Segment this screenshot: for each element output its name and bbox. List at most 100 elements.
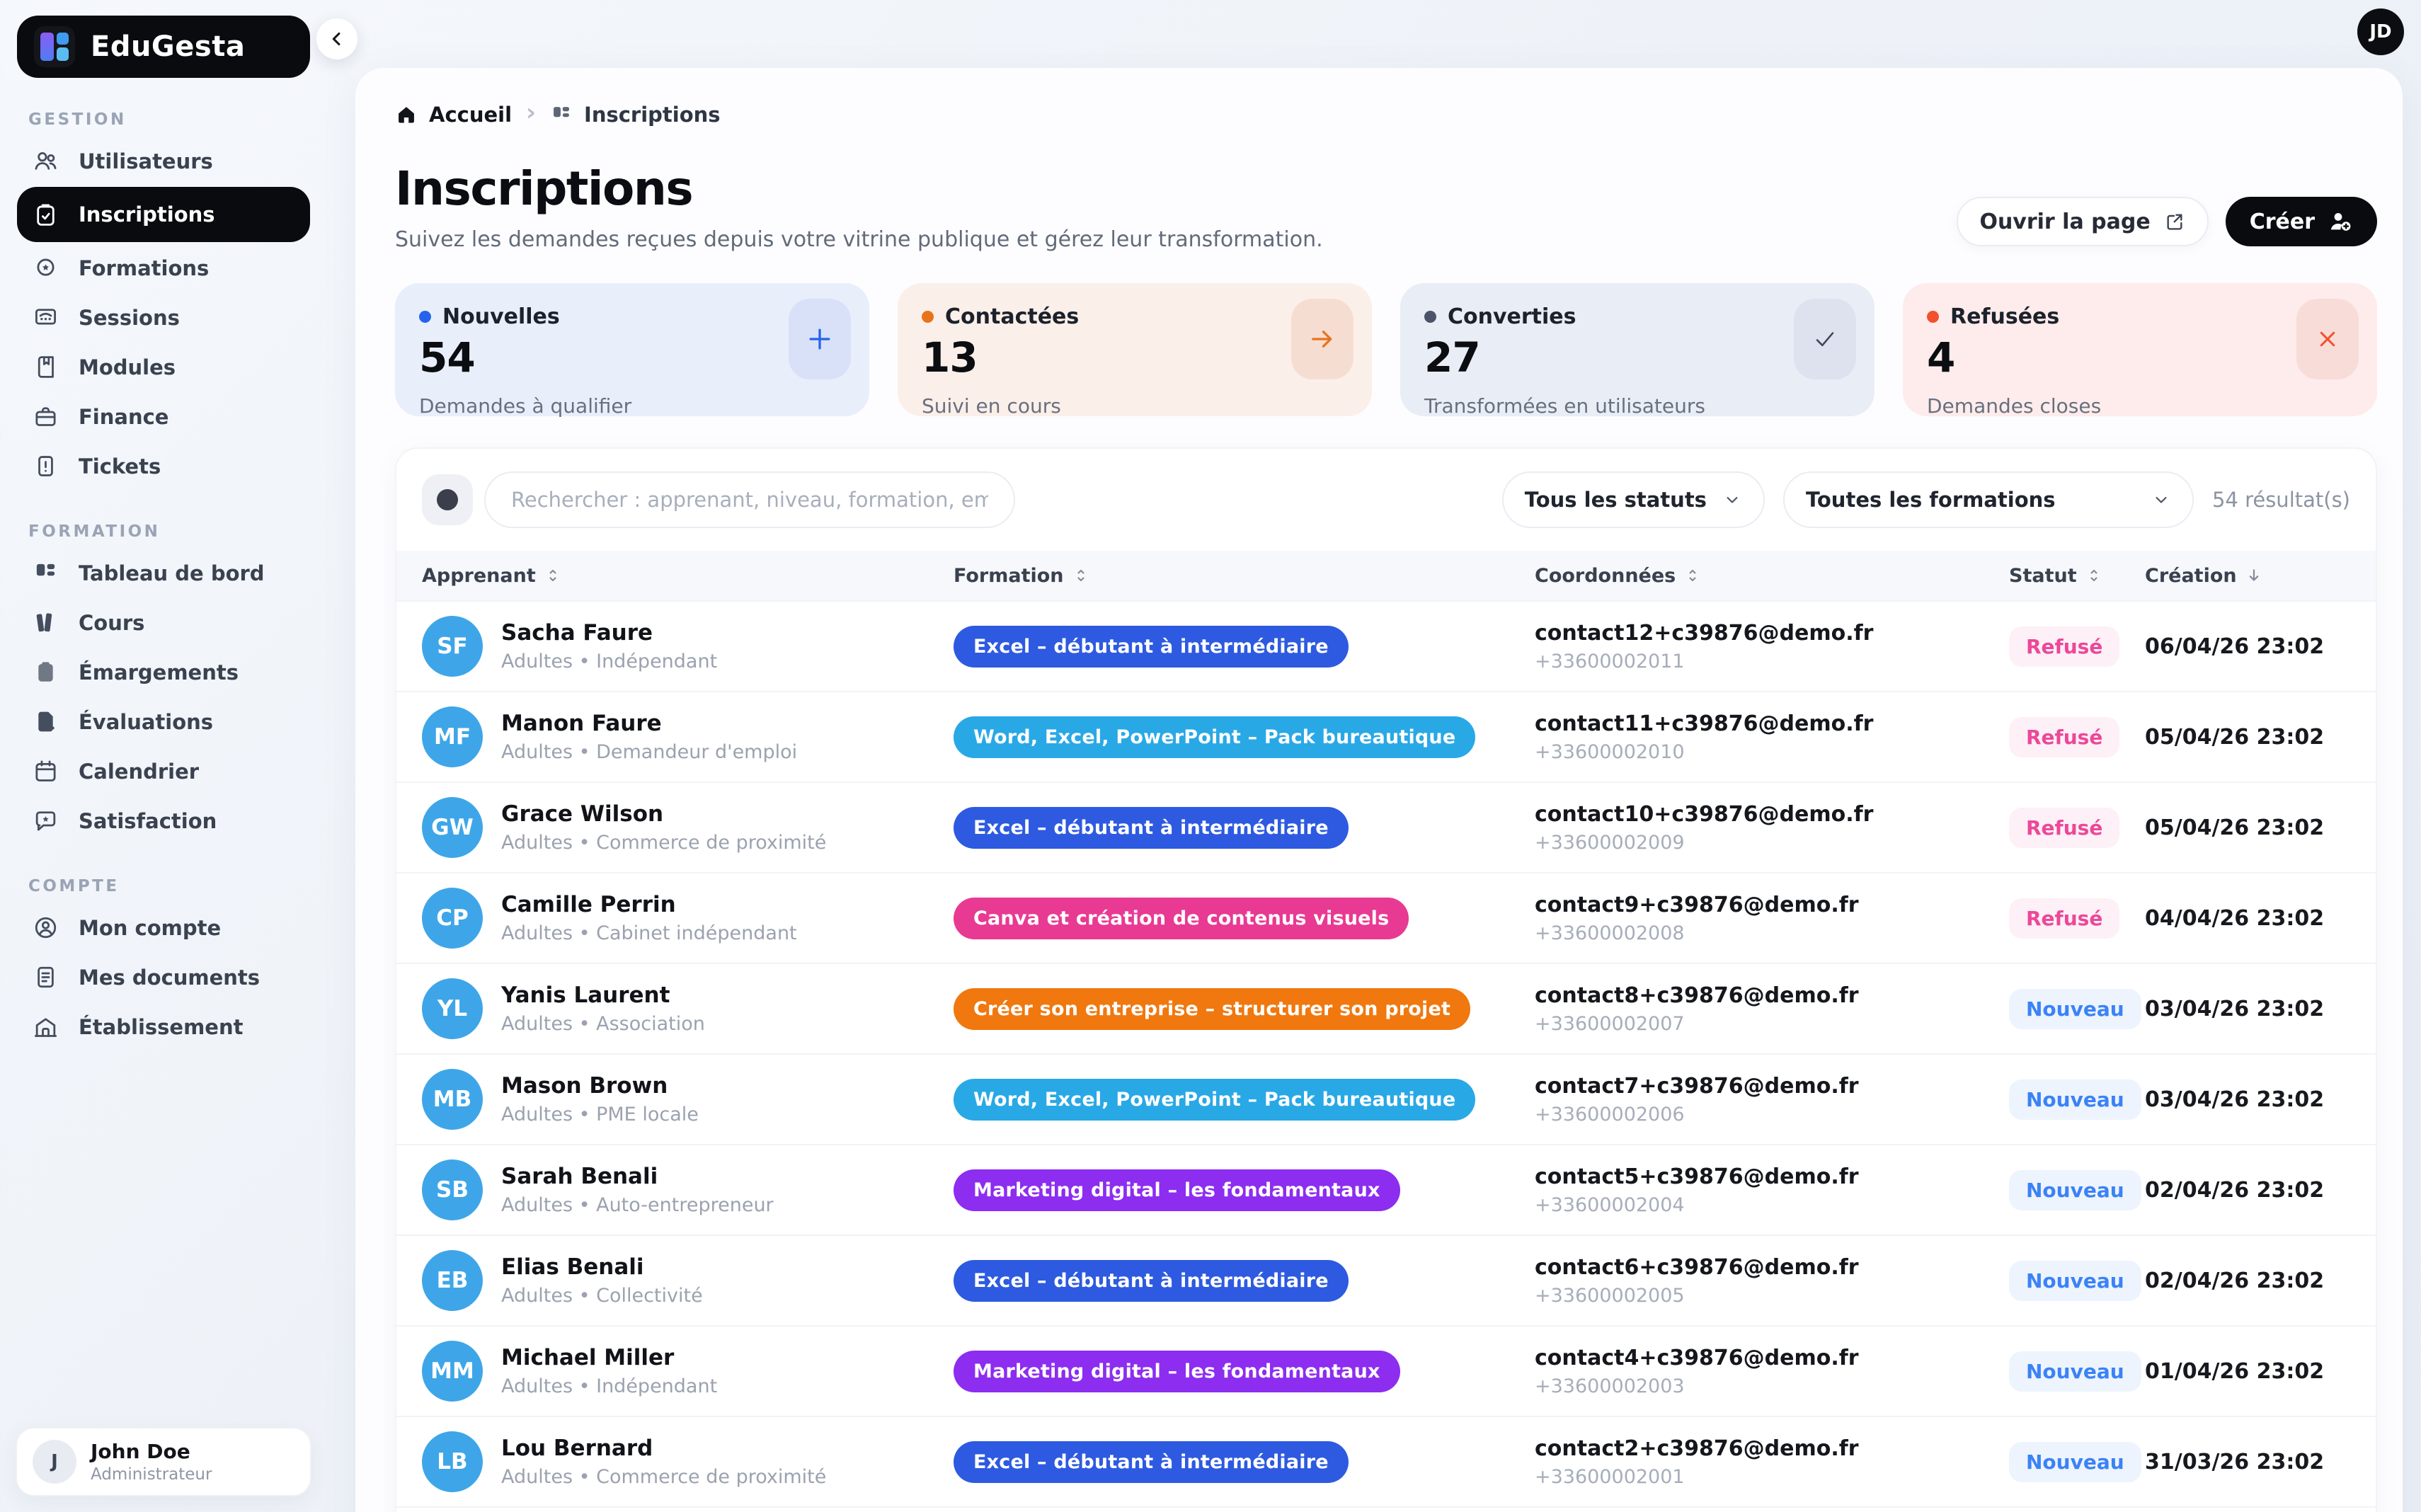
stat-action-button[interactable] <box>789 299 851 379</box>
sort-icon <box>544 567 561 584</box>
formation-badge: Word, Excel, PowerPoint – Pack bureautiq… <box>954 1079 1475 1121</box>
person-add-icon <box>2328 209 2353 234</box>
users-icon <box>33 148 59 174</box>
learner-profile: Adultes • Indépendant <box>501 651 717 672</box>
table-row[interactable]: MB Mason Brown Adultes • PME locale Word… <box>396 1053 2376 1144</box>
sidebar-item-formations[interactable]: Formations <box>17 244 310 292</box>
sidebar-item-mon-compte[interactable]: Mon compte <box>17 904 310 951</box>
learner-avatar: LB <box>422 1431 483 1492</box>
chat-icon <box>33 808 59 834</box>
status-badge: Nouveau <box>2009 1261 2141 1301</box>
main-panel: Accueil › Inscriptions Inscriptions Suiv… <box>355 68 2403 1512</box>
sidebar-item-label: Calendrier <box>79 760 199 784</box>
contact-phone: +33600002003 <box>1535 1375 2009 1397</box>
learner-name: Manon Faure <box>501 711 797 736</box>
contact-email: contact7+c39876@demo.fr <box>1535 1074 2009 1099</box>
sidebar-nav: GESTIONUtilisateursInscriptionsFormation… <box>17 110 310 1050</box>
sidebar-item-tableau-de-bord[interactable]: Tableau de bord <box>17 549 310 597</box>
column-header-formation[interactable]: Formation <box>954 565 1535 587</box>
status-badge: Nouveau <box>2009 1170 2141 1210</box>
sidebar-item-evaluations[interactable]: Évaluations <box>17 698 310 745</box>
sidebar-user-card[interactable]: J John Doe Administrateur <box>16 1427 311 1496</box>
stat-action-button[interactable] <box>1291 299 1353 379</box>
user-circle-icon <box>33 915 59 941</box>
x-icon <box>2312 323 2343 355</box>
sidebar-item-modules[interactable]: Modules <box>17 343 310 391</box>
building-icon <box>33 1014 59 1040</box>
header-avatar[interactable]: JD <box>2357 8 2404 55</box>
grid-icon <box>550 103 573 126</box>
sidebar-item-etablissement[interactable]: Établissement <box>17 1003 310 1050</box>
contact-phone: +33600002004 <box>1535 1194 2009 1216</box>
table-body: SF Sacha Faure Adultes • Indépendant Exc… <box>396 600 2376 1506</box>
learner-name: Elias Benali <box>501 1254 703 1280</box>
table-row[interactable]: SB Sarah Benali Adultes • Auto-entrepren… <box>396 1144 2376 1235</box>
sort-icon <box>1072 567 1089 584</box>
table-row[interactable]: CP Camille Perrin Adultes • Cabinet indé… <box>396 872 2376 963</box>
stat-card-converties[interactable]: Converties 27 Transformées en utilisateu… <box>1400 283 1875 416</box>
sidebar-collapse-button[interactable] <box>316 18 357 59</box>
formation-badge: Word, Excel, PowerPoint – Pack bureautiq… <box>954 716 1475 758</box>
sidebar-item-satisfaction[interactable]: Satisfaction <box>17 797 310 844</box>
sidebar-item-label: Mon compte <box>79 916 221 940</box>
column-header-creation[interactable]: Création <box>2145 565 2376 587</box>
stat-card-refusees[interactable]: Refusées 4 Demandes closes <box>1903 283 2377 416</box>
sidebar-item-inscriptions[interactable]: Inscriptions <box>17 187 310 242</box>
open-page-button[interactable]: Ouvrir la page <box>1957 197 2208 246</box>
sidebar-item-calendrier[interactable]: Calendrier <box>17 748 310 795</box>
stat-action-button[interactable] <box>2296 299 2359 379</box>
sidebar-item-mes-documents[interactable]: Mes documents <box>17 953 310 1001</box>
formation-badge: Excel – débutant à intermédiaire <box>954 807 1349 849</box>
table-row[interactable]: GW Grace Wilson Adultes • Commerce de pr… <box>396 781 2376 872</box>
calendar-icon <box>33 758 59 784</box>
status-badge: Refusé <box>2009 808 2119 848</box>
formation-filter-select[interactable]: Toutes les formations <box>1783 471 2194 528</box>
table-row[interactable]: SF Sacha Faure Adultes • Indépendant Exc… <box>396 600 2376 691</box>
learner-avatar: MM <box>422 1341 483 1402</box>
status-badge: Nouveau <box>2009 989 2141 1029</box>
sidebar-item-utilisateurs[interactable]: Utilisateurs <box>17 137 310 185</box>
stat-card-nouvelles[interactable]: Nouvelles 54 Demandes à qualifier <box>395 283 869 416</box>
table-row[interactable]: EB Elias Benali Adultes • Collectivité E… <box>396 1235 2376 1325</box>
column-header-coordonnees[interactable]: Coordonnées <box>1535 565 2009 587</box>
column-header-statut[interactable]: Statut <box>2009 565 2145 587</box>
creation-date: 31/03/26 23:02 <box>2145 1450 2376 1474</box>
briefcase-icon <box>33 403 59 430</box>
table-row[interactable]: MF Manon Faure Adultes • Demandeur d'emp… <box>396 691 2376 781</box>
sidebar-item-cours[interactable]: Cours <box>17 599 310 646</box>
sidebar-item-finance[interactable]: Finance <box>17 393 310 440</box>
table-row[interactable]: MM Michael Miller Adultes • Indépendant … <box>396 1325 2376 1416</box>
table-row[interactable]: LB Lou Bernard Adultes • Commerce de pro… <box>396 1416 2376 1506</box>
stat-dot-icon <box>922 311 934 323</box>
contact-phone: +33600002006 <box>1535 1104 2009 1126</box>
stat-action-button[interactable] <box>1794 299 1856 379</box>
status-badge: Nouveau <box>2009 1079 2141 1120</box>
contact-email: contact11+c39876@demo.fr <box>1535 711 2009 736</box>
table-row[interactable]: YL Yanis Laurent Adultes • Association C… <box>396 963 2376 1053</box>
presentation-icon <box>33 304 59 331</box>
sidebar-item-label: Inscriptions <box>79 202 215 227</box>
stat-card-contactees[interactable]: Contactées 13 Suivi en cours <box>898 283 1372 416</box>
creation-date: 05/04/26 23:02 <box>2145 815 2376 840</box>
stat-label: Refusées <box>1950 304 2059 329</box>
stat-value: 54 <box>419 333 845 382</box>
column-header-apprenant[interactable]: Apprenant <box>422 565 954 587</box>
sidebar-item-sessions[interactable]: Sessions <box>17 294 310 341</box>
search-input[interactable] <box>484 471 1015 528</box>
status-filter-select[interactable]: Tous les statuts <box>1502 471 1765 528</box>
sidebar-item-label: Utilisateurs <box>79 149 213 173</box>
breadcrumb-home[interactable]: Accueil <box>395 103 512 127</box>
filter-toggle-button[interactable] <box>422 474 473 525</box>
creation-date: 03/04/26 23:02 <box>2145 1087 2376 1112</box>
creation-date: 01/04/26 23:02 <box>2145 1359 2376 1384</box>
app-logo[interactable]: EduGesta <box>17 16 310 78</box>
learner-avatar: CP <box>422 888 483 949</box>
page-subtitle: Suivez les demandes reçues depuis votre … <box>395 227 1323 252</box>
sidebar-item-tickets[interactable]: Tickets <box>17 442 310 490</box>
sidebar-item-label: Satisfaction <box>79 809 217 833</box>
stat-value: 13 <box>922 333 1348 382</box>
formation-badge: Marketing digital – les fondamentaux <box>954 1351 1400 1392</box>
learner-profile: Adultes • Association <box>501 1013 705 1035</box>
create-button[interactable]: Créer <box>2226 197 2377 246</box>
sidebar-item-emargements[interactable]: Émargements <box>17 648 310 696</box>
